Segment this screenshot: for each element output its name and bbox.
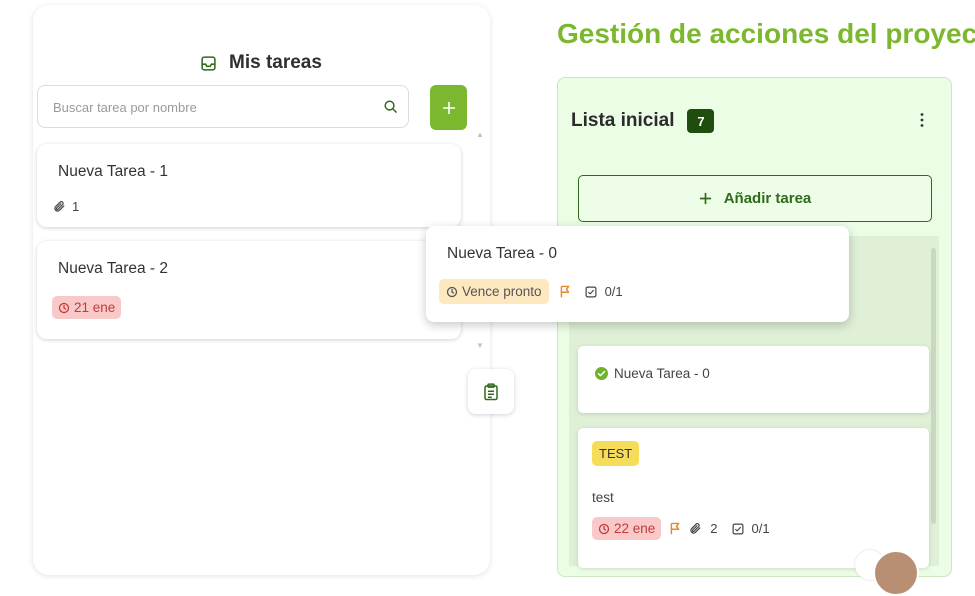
search-input[interactable] [51,86,375,129]
checklist-icon [732,523,744,535]
add-task-label: Añadir tarea [723,190,812,207]
plus-icon [699,192,712,205]
clock-icon [58,302,70,314]
clipboard-icon [483,382,499,401]
paperclip-icon [53,200,66,213]
task-meta: Vence pronto 0/1 [439,279,623,304]
task-name: Nueva Tarea - 0 [447,245,557,262]
search-box [37,85,409,129]
checklist-icon [585,286,597,298]
task-card[interactable]: Nueva Tarea - 1 1 [37,144,461,227]
due-date-badge: 22 ene [592,517,662,540]
due-soon-label: Vence pronto [462,284,542,299]
task-name: Nueva Tarea - 2 [58,260,168,277]
column-title: Lista inicial [571,110,675,131]
plus-icon [442,101,456,115]
task-list-button[interactable] [468,369,514,414]
attachment-count: 1 [72,199,80,214]
due-date: 22 ene [614,521,656,536]
flag-icon [559,285,571,298]
more-options-icon[interactable] [915,112,929,128]
task-name: Nueva Tarea - 1 [58,163,168,180]
due-soon-badge: Vence pronto [439,279,549,304]
add-task-to-column-button[interactable]: Añadir tarea [578,175,932,222]
column-scrollbar[interactable] [931,248,936,524]
paperclip-icon [689,522,702,535]
clock-icon [446,286,458,298]
task-title-row: Nueva Tarea - 0 [595,366,710,381]
my-tasks-title: Mis tareas [229,52,322,73]
label-tag: TEST [592,441,640,466]
due-date: 21 ene [74,300,116,315]
task-card[interactable]: Nueva Tarea - 2 21 ene [37,241,461,339]
clock-icon [598,523,610,535]
checklist-count: 0/1 [604,284,623,299]
avatar[interactable] [873,550,919,596]
check-circle-icon [595,367,608,380]
column-header: Lista inicial 7 [571,109,715,133]
flag-icon [669,522,681,535]
task-count-badge: 7 [687,109,715,133]
search-icon[interactable] [383,99,398,114]
dragged-task-card[interactable]: Nueva Tarea - 0 Vence pronto 0/1 [426,226,849,322]
task-name: Nueva Tarea - 0 [614,366,710,381]
task-description: test [592,490,614,505]
scroll-down-arrow[interactable]: ▼ [476,341,484,350]
checklist-count: 0/1 [751,521,770,536]
add-task-button[interactable] [430,85,467,130]
attachment-count: 2 [710,521,718,536]
task-meta: 21 ene [52,296,122,319]
my-tasks-header: Mis tareas [200,52,322,74]
column-task-card[interactable]: Nueva Tarea - 0 [578,346,929,413]
page-title: Gestión de acciones del proyecto [557,18,975,49]
due-date-badge: 21 ene [52,296,122,319]
task-meta: 22 ene 2 0/1 [592,517,770,540]
task-meta: 1 [53,199,79,214]
inbox-icon [200,55,217,72]
scroll-up-arrow[interactable]: ▲ [476,130,484,139]
